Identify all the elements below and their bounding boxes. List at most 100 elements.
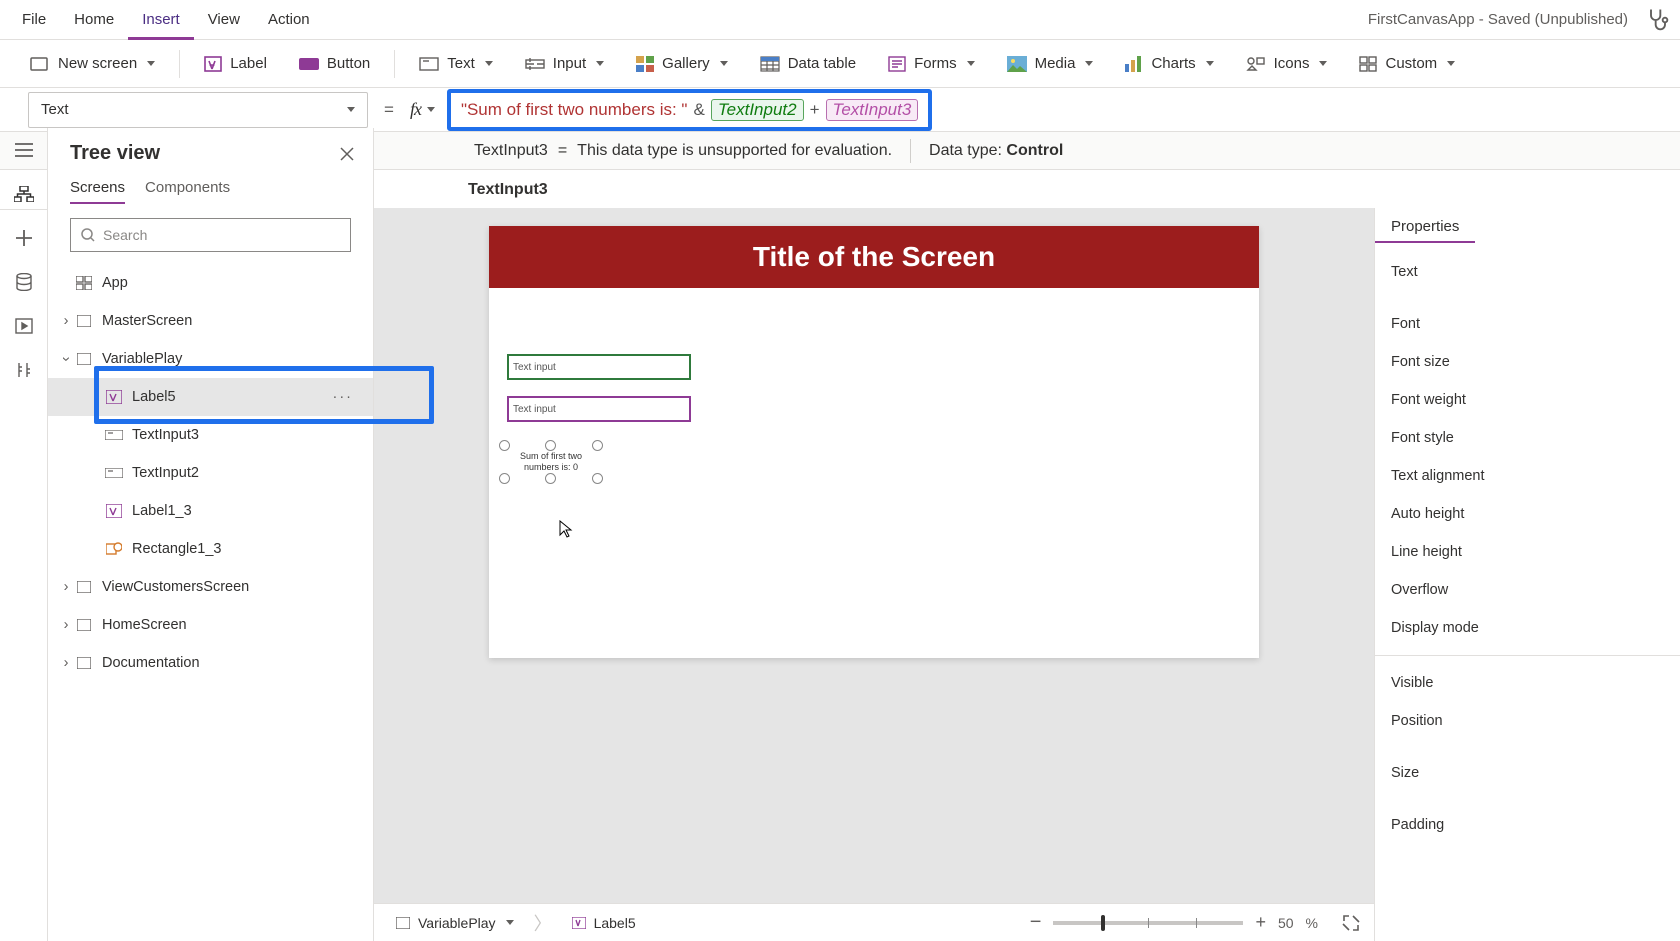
- tree-search-input[interactable]: Search: [70, 218, 351, 252]
- collapse-icon[interactable]: ›: [58, 351, 74, 367]
- data-icon[interactable]: [12, 270, 36, 294]
- prop-padding[interactable]: Padding: [1375, 806, 1680, 844]
- tree-item-label: ViewCustomersScreen: [102, 579, 249, 595]
- prop-line-height[interactable]: Line height: [1375, 533, 1680, 571]
- app-icon: [74, 276, 94, 290]
- canvas-label5[interactable]: Sum of first two numbers is: 0: [505, 446, 597, 478]
- custom-label: Custom: [1385, 55, 1437, 72]
- tree-item-textinput2[interactable]: TextInput2: [48, 454, 373, 492]
- eval-eq: =: [558, 142, 567, 160]
- fullscreen-icon[interactable]: [1342, 914, 1360, 932]
- screen-icon: [74, 581, 94, 593]
- canvas-textinput3[interactable]: Text input: [507, 396, 691, 422]
- expand-icon[interactable]: ›: [58, 579, 74, 595]
- chevron-down-icon: [147, 61, 155, 66]
- media-label: Media: [1035, 55, 1076, 72]
- zoom-value: 50: [1278, 915, 1294, 931]
- prop-text-align[interactable]: Text alignment: [1375, 457, 1680, 495]
- prop-font-style[interactable]: Font style: [1375, 419, 1680, 457]
- insert-datatable-button[interactable]: Data table: [746, 49, 870, 78]
- zoom-slider[interactable]: [1053, 921, 1243, 925]
- formula-string: "Sum of first two numbers is: ": [461, 100, 688, 120]
- prop-position[interactable]: Position: [1375, 702, 1680, 740]
- button-label: Button: [327, 55, 370, 72]
- tree-item-rectangle1-3[interactable]: Rectangle1_3: [48, 530, 373, 568]
- breadcrumb-control[interactable]: Label5: [564, 913, 644, 933]
- new-screen-button[interactable]: New screen: [16, 49, 169, 79]
- insert-media-button[interactable]: Media: [993, 49, 1108, 78]
- chevron-down-icon[interactable]: [427, 107, 435, 112]
- tree-item-documentation[interactable]: › Documentation: [48, 644, 373, 682]
- resize-handle[interactable]: [499, 440, 510, 451]
- chevron-down-icon: [485, 61, 493, 66]
- resize-handle[interactable]: [592, 440, 603, 451]
- media-panel-icon[interactable]: [12, 314, 36, 338]
- menu-insert[interactable]: Insert: [128, 0, 194, 40]
- menu-view[interactable]: View: [194, 0, 254, 40]
- zoom-in-button[interactable]: +: [1255, 912, 1266, 933]
- tools-icon[interactable]: [12, 358, 36, 382]
- tab-components[interactable]: Components: [145, 179, 230, 204]
- prop-font[interactable]: Font: [1375, 305, 1680, 343]
- formula-input[interactable]: "Sum of first two numbers is: " & TextIn…: [447, 89, 932, 131]
- insert-label-button[interactable]: Label: [190, 49, 281, 79]
- menu-home[interactable]: Home: [60, 0, 128, 40]
- close-icon[interactable]: [339, 146, 355, 162]
- prop-size[interactable]: Size: [1375, 754, 1680, 792]
- expand-icon[interactable]: ›: [58, 313, 74, 329]
- chevron-down-icon: [1447, 61, 1455, 66]
- canvas-textinput2[interactable]: Text input: [507, 354, 691, 380]
- chevron-down-icon: [596, 61, 604, 66]
- breadcrumb-screen[interactable]: VariablePlay: [388, 913, 522, 933]
- tree-item-app[interactable]: App: [48, 264, 373, 302]
- insert-forms-button[interactable]: Forms: [874, 49, 989, 78]
- insert-custom-button[interactable]: Custom: [1345, 49, 1469, 78]
- prop-auto-height[interactable]: Auto height: [1375, 495, 1680, 533]
- prop-display-mode[interactable]: Display mode: [1375, 609, 1680, 647]
- prop-text[interactable]: Text: [1375, 253, 1680, 291]
- expand-icon[interactable]: ›: [58, 655, 74, 671]
- insert-charts-button[interactable]: Charts: [1111, 49, 1227, 78]
- breadcrumb-footer: VariablePlay 〉 Label5 − + 50 %: [374, 903, 1374, 941]
- property-selector[interactable]: Text: [28, 92, 368, 128]
- breadcrumb-screen-label: VariablePlay: [418, 915, 496, 931]
- more-icon[interactable]: ···: [333, 389, 354, 405]
- zoom-out-button[interactable]: −: [1030, 911, 1042, 934]
- tree-item-masterscreen[interactable]: › MasterScreen: [48, 302, 373, 340]
- prop-visible[interactable]: Visible: [1375, 664, 1680, 702]
- resize-handle[interactable]: [545, 440, 556, 451]
- tree-view-icon[interactable]: [12, 182, 36, 206]
- fx-icon[interactable]: fx: [410, 99, 425, 120]
- screen-title-bar[interactable]: Title of the Screen: [489, 226, 1259, 288]
- prop-font-size[interactable]: Font size: [1375, 343, 1680, 381]
- menu-file[interactable]: File: [8, 0, 60, 40]
- screen-icon: [74, 657, 94, 669]
- tree-item-variableplay[interactable]: › VariablePlay: [48, 340, 373, 378]
- tree-item-label1-3[interactable]: Label1_3: [48, 492, 373, 530]
- tab-screens[interactable]: Screens: [70, 179, 125, 204]
- insert-icons-button[interactable]: Icons: [1232, 49, 1342, 78]
- datatable-label: Data table: [788, 55, 856, 72]
- tree-item-label5[interactable]: Label5 ···: [48, 378, 373, 416]
- resize-handle[interactable]: [499, 473, 510, 484]
- insert-gallery-button[interactable]: Gallery: [622, 49, 742, 78]
- insert-button-button[interactable]: Button: [285, 49, 384, 78]
- properties-tab[interactable]: Properties: [1375, 208, 1475, 243]
- resize-handle[interactable]: [545, 473, 556, 484]
- resize-handle[interactable]: [592, 473, 603, 484]
- prop-font-weight[interactable]: Font weight: [1375, 381, 1680, 419]
- add-icon[interactable]: [12, 226, 36, 250]
- expand-icon[interactable]: ›: [58, 617, 74, 633]
- tree-item-homescreen[interactable]: › HomeScreen: [48, 606, 373, 644]
- tree-item-textinput3[interactable]: TextInput3: [48, 416, 373, 454]
- hamburger-icon[interactable]: [12, 138, 36, 162]
- diagnostics-icon[interactable]: [1644, 6, 1672, 34]
- tree-title: Tree view: [70, 142, 339, 165]
- tree-item-viewcustomers[interactable]: › ViewCustomersScreen: [48, 568, 373, 606]
- canvas[interactable]: Title of the Screen Text input Text inpu…: [489, 226, 1259, 658]
- prop-overflow[interactable]: Overflow: [1375, 571, 1680, 609]
- insert-input-button[interactable]: Input: [511, 49, 618, 78]
- insert-text-button[interactable]: Text: [405, 49, 507, 78]
- canvas-area[interactable]: Title of the Screen Text input Text inpu…: [374, 208, 1374, 903]
- menu-action[interactable]: Action: [254, 0, 324, 40]
